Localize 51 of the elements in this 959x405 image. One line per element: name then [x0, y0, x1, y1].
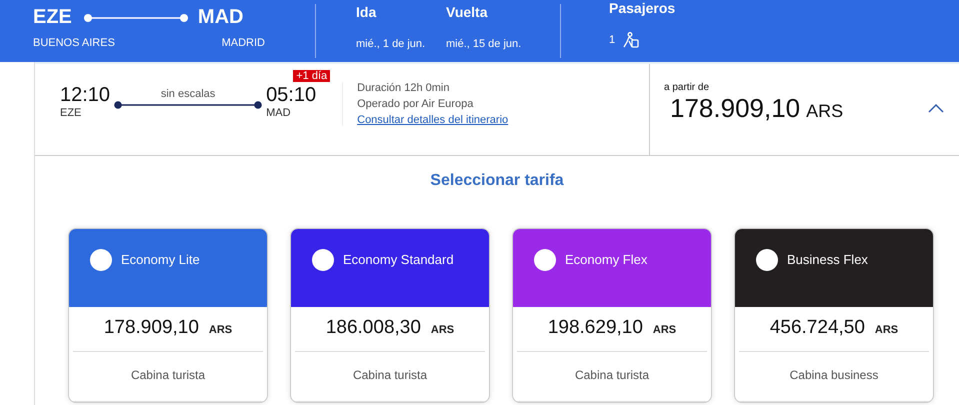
- fare-card[interactable]: Economy Lite 178.909,10 ARS Cabina turista: [68, 228, 268, 403]
- fare-price: 456.724,50: [770, 317, 865, 339]
- radio-button[interactable]: [534, 249, 556, 271]
- arrival-time: 05:10: [266, 84, 316, 107]
- fare-currency: ARS: [430, 324, 454, 336]
- arrival-airport: MAD: [266, 107, 292, 119]
- date-value: mié., 1 de jun.: [356, 38, 426, 50]
- origin-city: BUENOS AIRES: [33, 37, 115, 49]
- date-label: Vuelta: [446, 4, 489, 20]
- fare-card[interactable]: Business Flex 456.724,50 ARS Cabina business: [734, 228, 934, 403]
- date-label: Ida: [356, 4, 378, 20]
- fare-card[interactable]: Economy Flex 198.629,10 ARS Cabina turista: [512, 228, 712, 403]
- next-day-badge: +1 día: [293, 70, 330, 82]
- fare-currency: ARS: [874, 324, 898, 336]
- price-amount: 178.909,10: [670, 93, 800, 124]
- fare-name: Business Flex: [787, 252, 868, 267]
- fare-name: Economy Flex: [565, 252, 648, 267]
- traveler-icon: [621, 32, 640, 48]
- destination-code: MAD: [198, 6, 244, 29]
- departure-time: 12:10: [60, 84, 110, 107]
- destination-city: MADRID: [222, 37, 265, 49]
- fare-currency: ARS: [652, 324, 676, 336]
- departure-airport: EZE: [60, 107, 82, 119]
- duration-text: Duración 12h 0min: [357, 82, 450, 94]
- route-line-icon: [84, 12, 188, 22]
- origin-code: EZE: [33, 6, 72, 29]
- date-value: mié., 15 de jun.: [446, 38, 522, 50]
- price-from-label: a partir de: [664, 82, 710, 93]
- flight-line-icon: [114, 100, 262, 110]
- passengers-label: Pasajeros: [609, 0, 676, 16]
- passenger-count: 1: [609, 34, 616, 46]
- cabin-text: Cabina business: [790, 368, 878, 384]
- fare-price: 186.008,30: [326, 317, 421, 339]
- fare-price: 198.629,10: [548, 317, 643, 339]
- fare-currency: ARS: [208, 324, 232, 336]
- fare-name: Economy Standard: [343, 252, 454, 267]
- cabin-text: Cabina turista: [352, 368, 428, 384]
- radio-button[interactable]: [312, 249, 334, 271]
- radio-button[interactable]: [90, 249, 112, 271]
- price-currency: ARS: [806, 101, 844, 122]
- operator-text: Operado por Air Europa: [357, 98, 474, 110]
- chevron-icon[interactable]: [927, 102, 945, 114]
- section-title: Seleccionar tarifa: [430, 172, 564, 190]
- stops-label: sin escalas: [160, 88, 216, 100]
- fare-price: 178.909,10: [104, 317, 199, 339]
- itinerary-details-link[interactable]: Consultar detalles del itinerario: [357, 114, 508, 126]
- radio-button[interactable]: [756, 249, 778, 271]
- fare-card[interactable]: Economy Standard 186.008,30 ARS Cabina turista: [290, 228, 490, 403]
- cabin-text: Cabina turista: [130, 368, 206, 384]
- fare-name: Economy Lite: [121, 252, 200, 267]
- cabin-text: Cabina turista: [574, 368, 650, 384]
